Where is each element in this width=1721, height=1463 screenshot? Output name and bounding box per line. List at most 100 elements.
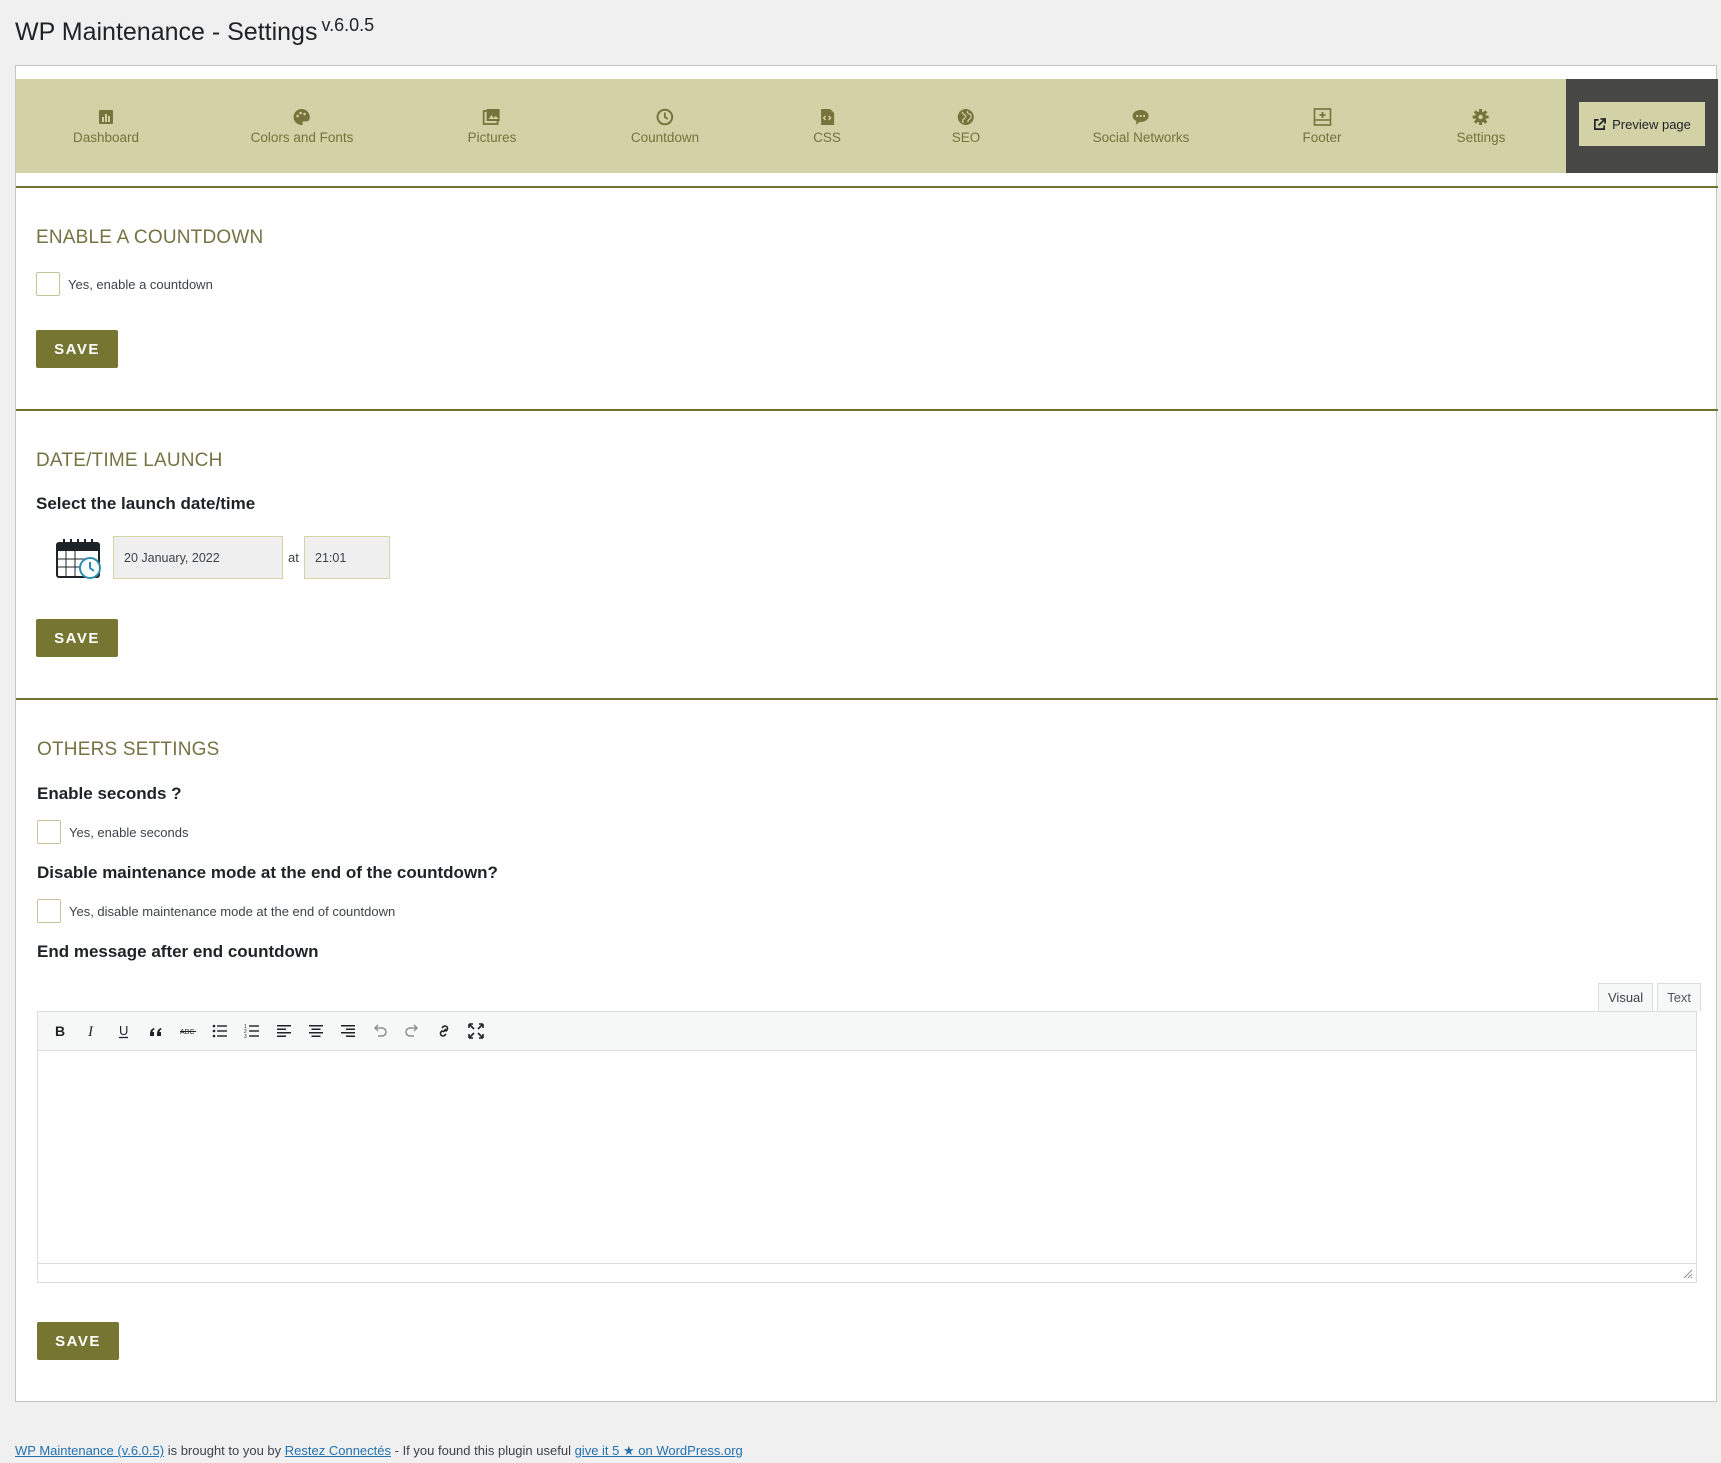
footer-text-1: is brought to you by [164,1443,285,1458]
fullscreen-icon [468,1023,484,1039]
redo-icon [405,1024,419,1037]
italic-button[interactable]: I [78,1017,106,1045]
bold-button[interactable]: B [46,1017,74,1045]
section-divider [16,186,1718,188]
tab-social-networks[interactable]: Social Networks [1092,79,1190,173]
external-link-icon [1594,117,1607,130]
enable-seconds-checkbox-label: Yes, enable seconds [69,824,189,840]
align-left-icon [277,1025,291,1037]
editor-tabs: Visual Text [1598,983,1702,1011]
preview-area: Preview page [1566,79,1718,173]
at-label: at [288,550,299,565]
editor-tab-text[interactable]: Text [1657,983,1702,1011]
numbered-list-button[interactable]: 123 [238,1017,266,1045]
palette-icon [294,108,311,125]
tab-label: Social Networks [1092,129,1190,145]
disable-maintenance-label: Disable maintenance mode at the end of t… [37,863,498,882]
pictures-icon [483,108,500,125]
align-right-button[interactable] [334,1017,362,1045]
link-button[interactable] [430,1017,458,1045]
numbered-list-icon: 123 [244,1024,259,1040]
svg-text:I: I [87,1024,94,1040]
section-divider [16,409,1718,411]
preview-page-button[interactable]: Preview page [1579,102,1705,146]
launch-time-input[interactable] [304,536,390,579]
blockquote-button[interactable] [142,1017,170,1045]
disable-maintenance-checkbox[interactable] [37,899,61,923]
tab-label: Footer [1302,129,1342,145]
tab-label: Colors and Fonts [250,129,354,145]
tab-label: Dashboard [72,129,140,145]
plugin-version-link[interactable]: WP Maintenance (v.6.0.5) [15,1443,164,1458]
align-center-button[interactable] [302,1017,330,1045]
page-title-text: WP Maintenance - Settings [15,18,318,46]
globe-icon [957,108,974,125]
enable-seconds-label: Enable seconds ? [37,784,182,803]
strikethrough-icon: ABC [180,1029,196,1036]
footer-text-2: - If you found this plugin useful [391,1443,575,1458]
launch-date-input[interactable] [113,536,283,579]
save-countdown-button[interactable]: SAVE [36,330,118,368]
dashboard-icon [98,109,113,124]
preview-label: Preview page [1612,116,1691,132]
bullet-list-button[interactable] [206,1017,234,1045]
svg-text:3: 3 [244,1034,247,1040]
tab-countdown[interactable]: Countdown [631,79,699,173]
enable-seconds-row: Yes, enable seconds [37,820,189,844]
end-message-label: End message after end countdown [37,942,319,961]
align-right-icon [341,1025,355,1037]
enable-countdown-row: Yes, enable a countdown [36,272,213,296]
enable-countdown-label: Yes, enable a countdown [68,276,213,292]
fullscreen-button[interactable] [462,1017,490,1045]
footer: WP Maintenance (v.6.0.5) is brought to y… [15,1443,743,1459]
rate-plugin-link[interactable]: give it 5 ★ on WordPress.org [575,1443,743,1458]
tab-pictures[interactable]: Pictures [467,79,517,173]
settings-nav: Dashboard Colors and Fonts Pictures Coun… [16,79,1718,173]
align-center-icon [309,1025,323,1037]
disable-maintenance-checkbox-label: Yes, disable maintenance mode at the end… [69,903,396,919]
launch-date-label: Select the launch date/time [36,494,256,513]
tab-colors-and-fonts[interactable]: Colors and Fonts [250,79,354,173]
datetime-section-title: DATE/TIME LAUNCH [36,450,223,471]
save-datetime-button[interactable]: SAVE [36,619,118,657]
clock-icon [656,108,674,125]
tab-footer[interactable]: Footer [1302,79,1342,173]
settings-panel: Dashboard Colors and Fonts Pictures Coun… [15,65,1718,1402]
italic-icon: I [87,1024,94,1040]
redo-button[interactable] [398,1017,426,1045]
others-section-title: OTHERS SETTINGS [37,739,220,760]
undo-icon [373,1024,387,1037]
disable-maintenance-row: Yes, disable maintenance mode at the end… [37,899,395,923]
tab-label: Settings [1456,129,1506,145]
blockquote-icon [150,1028,162,1036]
tab-label: Pictures [467,129,517,145]
tab-label: Countdown [630,129,700,145]
author-link[interactable]: Restez Connectés [285,1443,391,1458]
editor-tab-visual[interactable]: Visual [1598,983,1654,1011]
enable-seconds-checkbox[interactable] [37,820,61,844]
bullet-list-icon [212,1024,227,1038]
link-icon [439,1025,449,1037]
underline-button[interactable]: U [110,1017,138,1045]
chat-bubble-icon [1133,109,1149,125]
end-message-editor[interactable] [37,1051,1697,1264]
footer-layout-icon [1313,107,1331,126]
resize-handle-icon[interactable] [1683,1269,1693,1279]
strikethrough-button[interactable]: ABC [174,1017,202,1045]
undo-button[interactable] [366,1017,394,1045]
tab-dashboard[interactable]: Dashboard [73,79,139,173]
tab-css[interactable]: CSS [813,79,841,173]
code-file-icon [820,108,834,125]
bold-icon: B [55,1023,65,1039]
tab-label: SEO [951,129,981,145]
tab-settings[interactable]: Settings [1456,79,1506,173]
svg-text:B: B [55,1023,65,1039]
align-left-button[interactable] [270,1017,298,1045]
enable-countdown-checkbox[interactable] [36,272,60,296]
countdown-section-title: ENABLE A COUNTDOWN [36,227,264,248]
tab-seo[interactable]: SEO [951,79,981,173]
svg-text:ABC: ABC [180,1029,194,1036]
svg-text:U: U [119,1023,128,1038]
tab-label: CSS [813,129,841,145]
save-others-button[interactable]: SAVE [37,1322,119,1360]
